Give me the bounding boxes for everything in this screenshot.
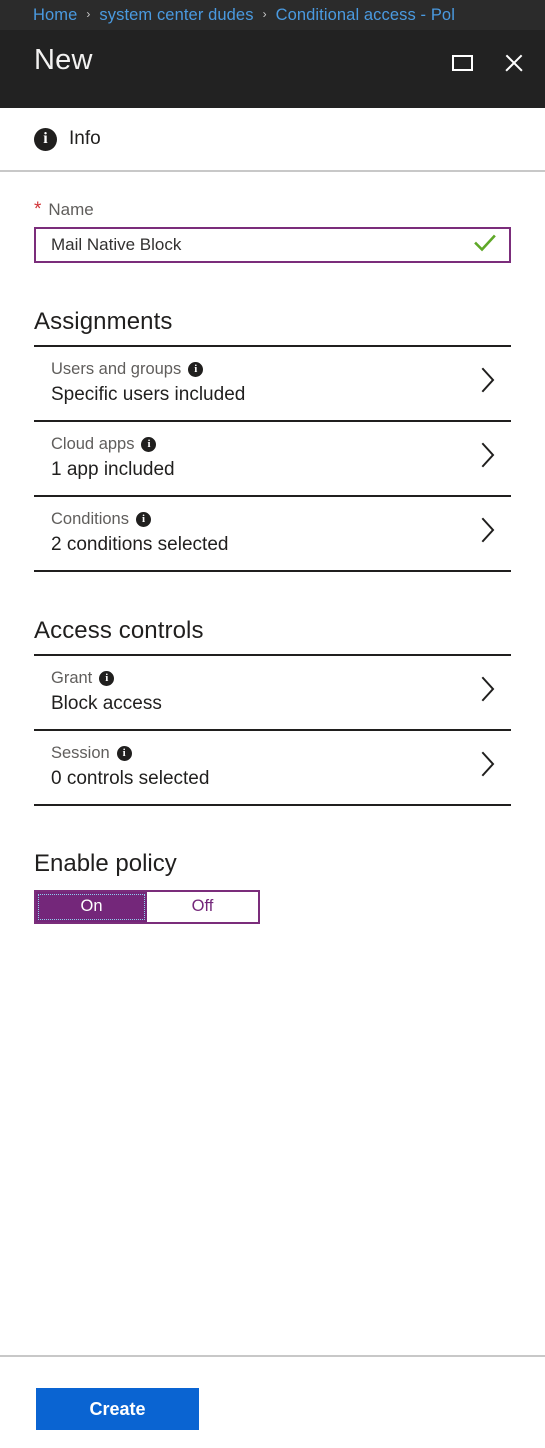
row-texts: Conditions i 2 conditions selected [34,510,228,556]
restore-window-icon [451,55,473,71]
row-label-text: Conditions [51,509,129,528]
info-icon[interactable]: i [99,670,115,686]
info-icon[interactable]: i [188,361,204,377]
breadcrumb-item-conditional-access[interactable]: Conditional access - Pol [276,6,455,25]
name-field-label-row: * Name [34,200,511,220]
checkmark-icon [474,234,496,257]
row-value: 2 conditions selected [51,533,229,555]
chevron-right-icon [480,365,497,400]
breadcrumb-item-home[interactable]: Home [33,6,77,25]
chevron-right-icon [480,515,497,550]
chevron-right-icon [480,674,497,709]
row-value: Block access [51,692,162,714]
row-session[interactable]: Session i 0 controls selected [34,731,511,806]
section-title-access-controls: Access controls [34,616,204,644]
row-label: Conditions i [51,510,228,529]
required-marker: * [34,199,42,220]
toggle-option-on[interactable]: On [36,891,147,922]
row-texts: Grant i Block access [34,669,162,715]
breadcrumb-separator-icon: › [262,7,267,21]
section-assignments: Assignments Users and groups i Specific … [34,308,511,572]
chevron-right-icon [480,749,497,784]
info-icon[interactable]: i [116,745,132,761]
row-users-and-groups[interactable]: Users and groups i Specific users includ… [34,347,511,422]
row-label: Users and groups i [51,360,245,379]
page-title: New [34,44,93,76]
row-texts: Users and groups i Specific users includ… [34,360,245,406]
info-label: Info [69,128,101,149]
section-access-controls: Access controls Grant i Block access Ses… [34,617,511,806]
info-icon[interactable]: i [141,436,157,452]
row-value: 1 app included [51,458,175,480]
close-blade-button[interactable] [497,46,531,80]
enable-policy-block: Enable policy On Off [34,850,511,924]
blade-titlebar: New [0,30,545,108]
row-value: 0 controls selected [51,767,210,789]
name-input[interactable] [36,235,474,255]
row-label-text: Session [51,743,110,762]
breadcrumb-item-tenant[interactable]: system center dudes [99,6,253,25]
row-conditions[interactable]: Conditions i 2 conditions selected [34,497,511,572]
row-value: Specific users included [51,383,246,405]
window-controls [445,46,531,80]
row-cloud-apps[interactable]: Cloud apps i 1 app included [34,422,511,497]
info-icon[interactable]: i [135,511,151,527]
row-label: Grant i [51,669,162,688]
blade-content: * Name Assignments Users and groups i Sp… [0,200,545,924]
restore-window-button[interactable] [445,46,479,80]
enable-policy-title: Enable policy [34,849,177,877]
create-button[interactable]: Create [36,1388,199,1430]
row-label-text: Grant [51,668,93,687]
enable-policy-toggle[interactable]: On Off [34,889,260,924]
name-field-label: Name [48,200,94,219]
info-bar[interactable]: i Info [0,108,545,172]
row-grant[interactable]: Grant i Block access [34,656,511,731]
info-icon: i [34,127,57,151]
row-label-text: Users and groups [51,360,182,378]
blade-footer: Create [0,1355,545,1448]
row-label: Cloud apps i [51,435,175,454]
chevron-right-icon [480,440,497,475]
name-input-wrapper[interactable] [34,227,511,263]
section-title-assignments: Assignments [34,308,173,335]
row-label-text: Cloud apps [51,434,135,453]
close-icon [503,52,525,74]
row-texts: Cloud apps i 1 app included [34,435,175,481]
breadcrumb: Home › system center dudes › Conditional… [0,0,545,30]
toggle-option-off[interactable]: Off [147,891,258,922]
row-texts: Session i 0 controls selected [34,744,209,790]
breadcrumb-separator-icon: › [86,7,91,21]
row-label: Session i [51,744,209,763]
